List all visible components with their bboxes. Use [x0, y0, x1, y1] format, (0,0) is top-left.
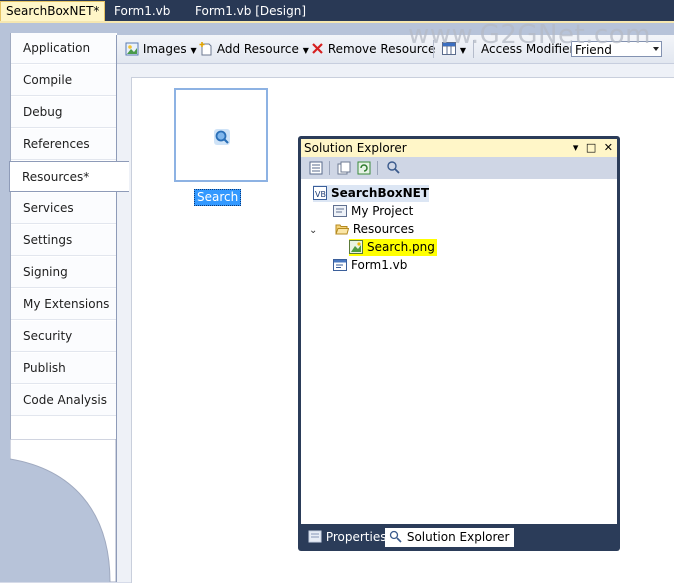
folder-open-icon [335, 222, 349, 236]
tree-node-search-png[interactable]: Search.png [349, 239, 437, 256]
class-diagram-icon[interactable] [386, 160, 401, 175]
search-png-label: Search.png [367, 240, 435, 254]
solution-tree: VB SearchBoxNET My Project ⌄ Resources S… [301, 179, 617, 524]
remove-x-icon [312, 43, 323, 54]
nav-application[interactable]: Application [11, 33, 116, 64]
solution-explorer-title: Solution Explorer [304, 141, 407, 155]
project-name: SearchBoxNET [331, 186, 430, 200]
solution-explorer-window: Solution Explorer ▾ □ ✕ VB SearchBoxNET … [298, 136, 620, 551]
nav-signing[interactable]: Signing [11, 257, 116, 288]
tree-node-form1[interactable]: Form1.vb [333, 257, 407, 274]
maximize-icon[interactable]: □ [586, 141, 596, 154]
magnifier-icon [214, 129, 230, 145]
expand-chevron-icon[interactable]: ⌄ [309, 222, 325, 239]
nav-debug[interactable]: Debug [11, 97, 116, 128]
close-icon[interactable]: ✕ [604, 141, 613, 154]
solution-explorer-tab-label: Solution Explorer [406, 530, 510, 544]
nav-code-analysis[interactable]: Code Analysis [11, 385, 116, 416]
form1-label: Form1.vb [351, 258, 408, 272]
add-resource-arrow-icon: ▼ [302, 46, 309, 55]
tab-solution-explorer[interactable]: Solution Explorer [385, 528, 514, 547]
toolbar-separator [377, 161, 378, 175]
nav-publish[interactable]: Publish [11, 353, 116, 384]
add-resource-icon [199, 42, 212, 56]
images-dropdown[interactable]: Images ▼ [125, 41, 197, 57]
tree-node-my-project[interactable]: My Project [333, 203, 413, 220]
nav-references[interactable]: References [11, 129, 116, 160]
solution-explorer-toolbar [301, 157, 617, 179]
add-resource-button[interactable]: Add Resource ▼ [199, 41, 309, 57]
window-controls: ▾ □ ✕ [573, 139, 613, 157]
tab-form1-design[interactable]: Form1.vb [Design] [190, 2, 311, 21]
solution-explorer-titlebar[interactable]: Solution Explorer ▾ □ ✕ [301, 139, 617, 157]
tab-form1-vb[interactable]: Form1.vb [109, 2, 175, 21]
watermark: www.G2GNet.com [408, 20, 651, 50]
dropdown-arrow-icon[interactable]: ▾ [573, 141, 579, 154]
show-all-files-icon[interactable] [337, 161, 351, 175]
vb-project-icon: VB [313, 186, 327, 200]
svg-text:VB: VB [315, 190, 326, 199]
image-file-icon [349, 240, 363, 254]
document-tab-strip: SearchBoxNET* Form1.vb Form1.vb [Design] [0, 0, 674, 23]
properties-icon[interactable] [309, 161, 323, 175]
search-resource-name[interactable]: Search [194, 189, 242, 206]
solution-explorer-tab-icon [389, 530, 402, 543]
nav-services[interactable]: Services [11, 193, 116, 224]
designer-side-nav: Application Compile Debug References Res… [9, 33, 129, 582]
tree-node-resources[interactable]: ⌄ Resources [309, 221, 414, 238]
search-resource-tile[interactable] [174, 88, 268, 182]
form-file-icon [333, 258, 347, 272]
images-icon [125, 42, 139, 56]
nav-list: Application Compile Debug References Res… [9, 33, 129, 439]
solution-explorer-tabs: Properties Solution Explorer [301, 526, 617, 548]
properties-tab-icon [308, 530, 322, 543]
tab-searchboxnet[interactable]: SearchBoxNET* [0, 1, 106, 22]
resources-folder-label: Resources [352, 222, 415, 236]
nav-resources[interactable]: Resources* [9, 161, 129, 192]
tab-properties[interactable]: Properties [304, 528, 390, 547]
nav-curve-decoration [10, 439, 116, 582]
add-resource-label: Add Resource [216, 42, 299, 56]
my-project-label: My Project [351, 204, 414, 218]
nav-settings[interactable]: Settings [11, 225, 116, 256]
toolbar-separator [329, 161, 330, 175]
images-label: Images [142, 42, 187, 56]
refresh-icon[interactable] [357, 161, 371, 175]
images-dropdown-arrow-icon: ▼ [190, 46, 197, 55]
nav-my-extensions[interactable]: My Extensions [11, 289, 116, 320]
tree-node-project[interactable]: VB SearchBoxNET [313, 185, 430, 202]
chevron-down-icon [653, 47, 659, 51]
nav-compile[interactable]: Compile [11, 65, 116, 96]
nav-security[interactable]: Security [11, 321, 116, 352]
my-project-icon [333, 204, 347, 218]
properties-tab-label: Properties [325, 530, 387, 544]
